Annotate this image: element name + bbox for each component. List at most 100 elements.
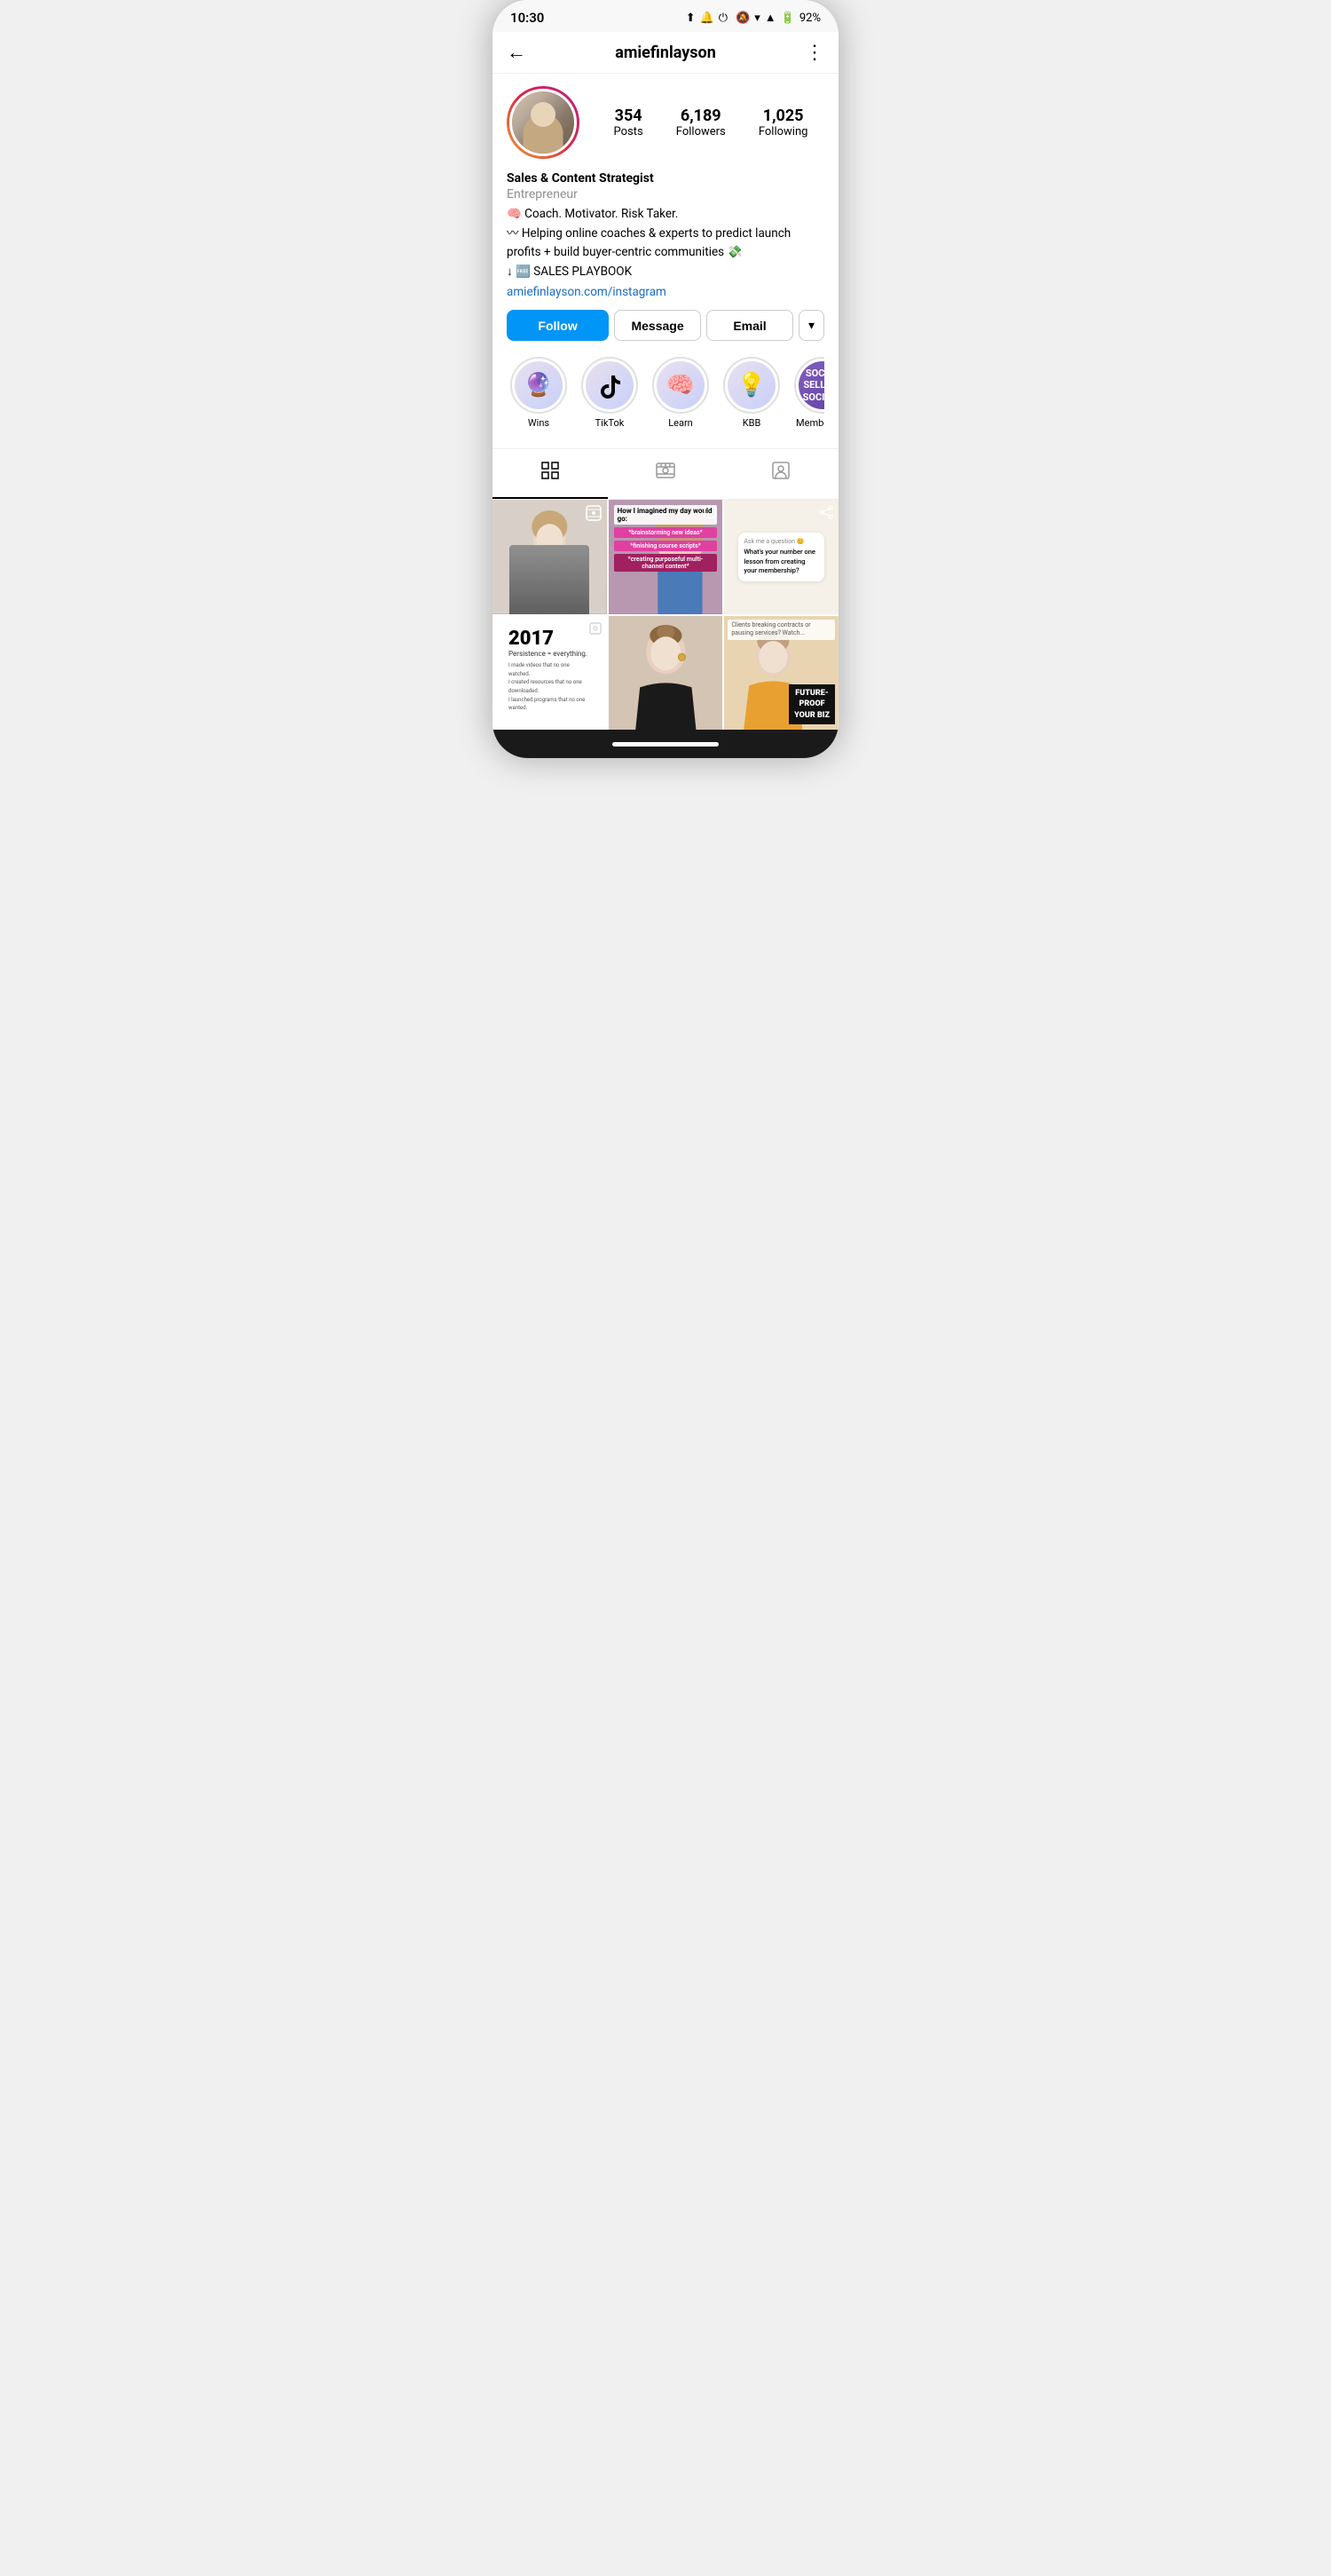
following-count: 1,025 (763, 107, 804, 125)
post6-label: FUTURE-PROOFYOUR BIZ (789, 684, 835, 725)
tab-reels[interactable] (608, 449, 723, 499)
action-buttons: Follow Message Email ▾ (507, 310, 824, 341)
back-button[interactable]: ← (507, 41, 526, 64)
status-bar: 10:30 ⬆ 🔔 ⏻ 🔕 ▾ ▲ 🔋 92% (492, 0, 839, 32)
phone-frame: 10:30 ⬆ 🔔 ⏻ 🔕 ▾ ▲ 🔋 92% ← amiefinlayson … (492, 0, 839, 758)
grid-icon (539, 460, 561, 486)
bio-link[interactable]: amiefinlayson.com/instagram (507, 285, 666, 299)
stats-row: 354 Posts 6,189 Followers 1,025 Followin… (597, 107, 824, 138)
highlight-label-kbb: KBB (743, 417, 761, 429)
profile-top: 354 Posts 6,189 Followers 1,025 Followin… (507, 86, 824, 159)
status-time: 10:30 (510, 10, 544, 26)
highlight-label-learn: Learn (668, 417, 693, 429)
highlight-tiktok[interactable]: TikTok (581, 357, 638, 429)
post-4[interactable]: 2017 Persistence = everything. I made vi… (492, 616, 607, 731)
stat-posts[interactable]: 354 Posts (614, 107, 643, 138)
highlight-circle-membership: SOCIALSELLINGSOCIETY (794, 357, 824, 414)
more-options-button[interactable]: ⋮ (805, 42, 824, 64)
message-button[interactable]: Message (614, 310, 701, 341)
stat-following[interactable]: 1,025 Following (759, 107, 808, 138)
highlight-kbb[interactable]: 💡 KBB (723, 357, 780, 429)
highlight-icon-tiktok (586, 361, 634, 409)
post-2[interactable]: How I imagined my day would go: *brainst… (609, 500, 723, 614)
post-5[interactable] (609, 616, 723, 731)
followers-count: 6,189 (681, 107, 721, 125)
highlight-icon-wins: 🔮 (515, 361, 563, 409)
post2-title: How I imagined my day would go: (614, 505, 718, 525)
highlight-icon-learn: 🧠 (657, 361, 705, 409)
post3-card: Ask me a question 😊 What's your number o… (738, 533, 824, 581)
highlight-learn[interactable]: 🧠 Learn (652, 357, 709, 429)
highlight-label-wins: Wins (528, 417, 549, 429)
tagged-icon (770, 460, 792, 486)
battery-percent: 92% (799, 12, 821, 25)
notification-icon: 🔔 (700, 12, 714, 25)
battery-icon: 🔋 (781, 12, 795, 25)
highlight-wins[interactable]: 🔮 Wins (510, 357, 567, 429)
dropdown-button[interactable]: ▾ (799, 310, 824, 341)
status-icons: ⬆ 🔔 ⏻ 🔕 ▾ ▲ 🔋 92% (686, 11, 821, 25)
post-6[interactable]: Clients breaking contracts or pausing se… (724, 616, 839, 731)
signal-icon: ▲ (765, 11, 776, 25)
tab-grid[interactable] (492, 449, 608, 499)
post3-question-label: Ask me a question 😊 (744, 538, 819, 545)
posts-count: 354 (615, 107, 642, 125)
power-icon: ⏻ (719, 12, 728, 25)
post2-tag3: *creating purposeful multi-channel conte… (614, 554, 718, 572)
tab-bar (492, 448, 839, 500)
post4-content: 2017 Persistence = everything. I made vi… (500, 623, 600, 723)
post-1[interactable] (492, 500, 607, 614)
followers-label: Followers (676, 125, 726, 138)
profile-section: 354 Posts 6,189 Followers 1,025 Followin… (492, 74, 839, 448)
email-button[interactable]: Email (706, 310, 793, 341)
post4-subtitle: Persistence = everything. (508, 650, 591, 658)
highlight-membership[interactable]: SOCIALSELLINGSOCIETY Membersh… (794, 357, 824, 429)
highlight-label-tiktok: TikTok (595, 417, 625, 429)
avatar-ring (507, 86, 579, 159)
post2-tag1: *brainstorming new ideas* (614, 527, 718, 538)
highlight-circle-learn: 🧠 (652, 357, 709, 414)
avatar-image (512, 91, 574, 154)
wifi-icon: ▾ (754, 12, 760, 25)
profile-username: amiefinlayson (615, 43, 716, 62)
highlight-icon-membership: SOCIALSELLINGSOCIETY (799, 361, 824, 409)
post4-reel-icon (589, 621, 602, 638)
upload-icon: ⬆ (686, 12, 696, 25)
highlight-label-membership: Membersh… (796, 417, 824, 429)
mute-icon: 🔕 (736, 12, 750, 25)
bio-line3: ↓ 🆓 SALES PLAYBOOK (507, 263, 824, 281)
post2-tag2: *finishing course scripts* (614, 541, 718, 551)
post3-bg: Ask me a question 😊 What's your number o… (731, 507, 831, 607)
bio-line1: 🧠 Coach. Motivator. Risk Taker. (507, 205, 824, 223)
post2-save-icon (703, 505, 717, 523)
top-nav: ← amiefinlayson ⋮ (492, 32, 839, 74)
highlight-circle-wins: 🔮 (510, 357, 567, 414)
highlight-circle-tiktok (581, 357, 638, 414)
bio-line2: 〰 Helping online coaches & experts to pr… (507, 225, 824, 261)
bio-name: Sales & Content Strategist (507, 171, 824, 186)
follow-button[interactable]: Follow (507, 310, 609, 341)
following-label: Following (759, 125, 808, 138)
video-reel-icon (586, 505, 602, 525)
highlights-row: 🔮 Wins TikTok 🧠 Learn (507, 350, 824, 439)
stat-followers[interactable]: 6,189 Followers (676, 107, 726, 138)
post6-content: Clients breaking contracts or pausing se… (724, 616, 839, 731)
posts-label: Posts (614, 125, 643, 138)
reels-icon (655, 460, 676, 486)
post3-answer: What's your number one lesson from creat… (744, 548, 819, 576)
post-3[interactable]: Ask me a question 😊 What's your number o… (724, 500, 839, 614)
home-indicator (612, 742, 719, 747)
post3-share-icon (819, 505, 833, 523)
bio-section: Sales & Content Strategist Entrepreneur … (507, 171, 824, 299)
bottom-bar (492, 730, 839, 758)
avatar (509, 89, 577, 156)
post5-image (609, 616, 723, 731)
bio-category: Entrepreneur (507, 187, 824, 201)
highlight-circle-kbb: 💡 (723, 357, 780, 414)
post4-year: 2017 (508, 628, 591, 650)
posts-grid: How I imagined my day would go: *brainst… (492, 500, 839, 730)
post4-lines: I made videos that no one watched. I cre… (508, 661, 591, 713)
highlight-icon-kbb: 💡 (728, 361, 776, 409)
post6-caption: Clients breaking contracts or pausing se… (728, 620, 835, 641)
tab-tagged[interactable] (723, 449, 839, 499)
